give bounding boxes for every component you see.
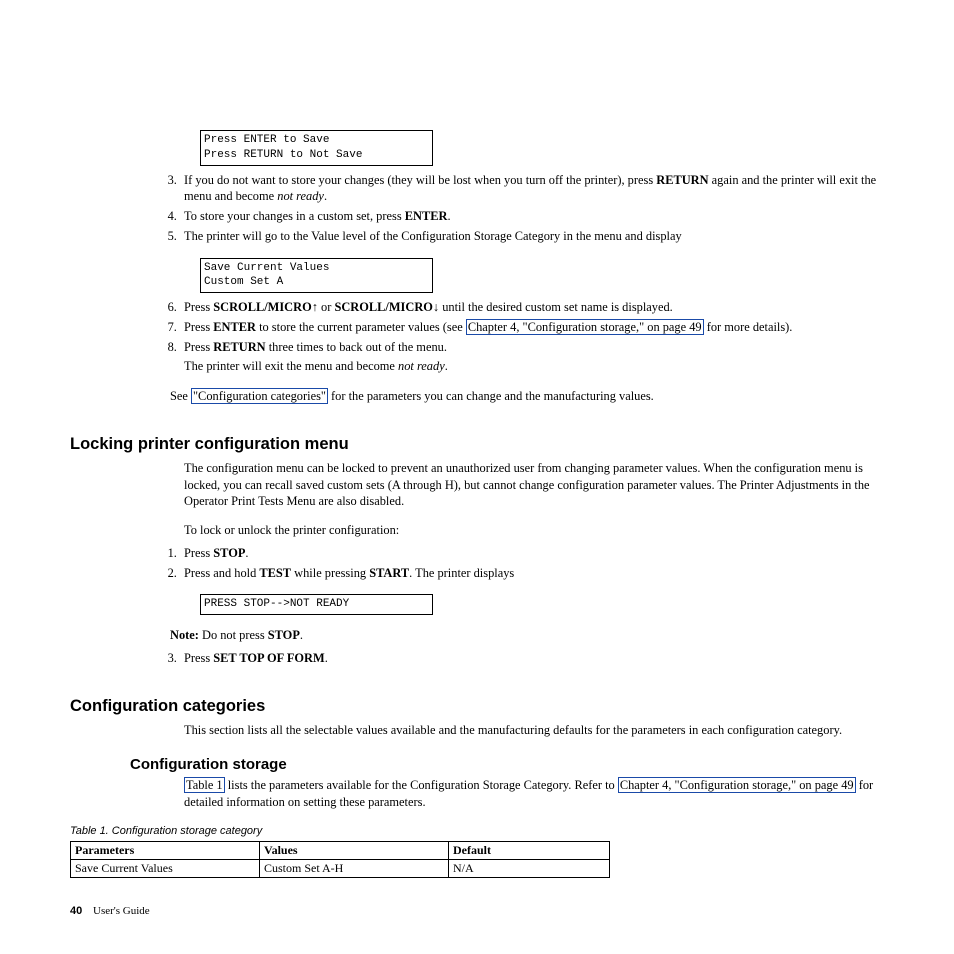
table-row: Save Current Values Custom Set A-H N/A xyxy=(71,859,610,877)
table-header-row: Parameters Values Default xyxy=(71,841,610,859)
step-8: Press RETURN three times to back out of … xyxy=(180,339,889,374)
step-4: To store your changes in a custom set, p… xyxy=(180,208,889,225)
step-text: to store the current parameter values (s… xyxy=(256,320,466,334)
cell-value: Custom Set A-H xyxy=(260,859,449,877)
key-return: RETURN xyxy=(656,173,708,187)
step-text: The printer will go to the Value level o… xyxy=(184,229,682,243)
key-enter: ENTER xyxy=(405,209,448,223)
step-6: Press SCROLL/MICRO↑ or SCROLL/MICRO↓ unt… xyxy=(180,299,889,316)
step-text: If you do not want to store your changes… xyxy=(184,173,656,187)
step-text: . xyxy=(325,651,328,665)
text: for the parameters you can change and th… xyxy=(328,389,654,403)
step-5: The printer will go to the Value level o… xyxy=(180,228,889,245)
see-paragraph: See "Configuration categories" for the p… xyxy=(170,388,889,405)
step-7: Press ENTER to store the current paramet… xyxy=(180,319,889,336)
cell-default: N/A xyxy=(449,859,610,877)
key-scroll-micro-down: SCROLL/MICRO xyxy=(334,300,432,314)
procedure-list-1: If you do not want to store your changes… xyxy=(180,172,889,245)
step-text: To store your changes in a custom set, p… xyxy=(184,209,405,223)
key-test: TEST xyxy=(259,566,291,580)
key-stop: STOP xyxy=(213,546,245,560)
step-subtext: The printer will exit the menu and becom… xyxy=(184,359,398,373)
key-set-top-of-form: SET TOP OF FORM xyxy=(213,651,324,665)
page-number: 40 xyxy=(70,905,82,917)
page-footer: 40 User's Guide xyxy=(70,905,150,917)
note-text: . xyxy=(300,628,303,642)
link-table-1[interactable]: Table 1 xyxy=(184,777,225,793)
procedure-list-2: Press SCROLL/MICRO↑ or SCROLL/MICRO↓ unt… xyxy=(180,299,889,374)
lcd-display-3: PRESS STOP-->NOT READY xyxy=(200,594,433,615)
display-line: Custom Set A xyxy=(204,276,283,288)
state-not-ready: not ready xyxy=(398,359,445,373)
col-default: Default xyxy=(449,841,610,859)
display-line: Press ENTER to Save xyxy=(204,134,329,146)
state-not-ready: not ready xyxy=(277,189,324,203)
note-line: Note: Do not press STOP. xyxy=(170,627,889,644)
lcd-display-2: Save Current Values Custom Set A xyxy=(200,258,433,294)
lock-step-1: Press STOP. xyxy=(180,545,889,562)
display-line: Save Current Values xyxy=(204,262,329,274)
step-text: Press and hold xyxy=(184,566,259,580)
step-text: Press xyxy=(184,340,213,354)
col-values: Values xyxy=(260,841,449,859)
step-text: while pressing xyxy=(291,566,369,580)
step-text: for more details). xyxy=(704,320,793,334)
note-text: Do not press xyxy=(202,628,268,642)
step-text: . xyxy=(324,189,327,203)
step-text: Press xyxy=(184,300,213,314)
key-enter: ENTER xyxy=(213,320,256,334)
note-label: Note: xyxy=(170,628,202,642)
lock-step-2: Press and hold TEST while pressing START… xyxy=(180,565,889,582)
step-text: . xyxy=(447,209,450,223)
config-categories-paragraph: This section lists all the selectable va… xyxy=(184,722,889,739)
locking-steps-3: Press SET TOP OF FORM. xyxy=(180,650,889,667)
step-text: Press xyxy=(184,546,213,560)
cell-parameter: Save Current Values xyxy=(71,859,260,877)
step-3: If you do not want to store your changes… xyxy=(180,172,889,205)
col-parameters: Parameters xyxy=(71,841,260,859)
link-chapter-4-storage[interactable]: Chapter 4, "Configuration storage," on p… xyxy=(618,777,856,793)
locking-steps: Press STOP. Press and hold TEST while pr… xyxy=(180,545,889,581)
key-stop: STOP xyxy=(268,628,300,642)
heading-locking-menu: Locking printer configuration menu xyxy=(70,435,889,454)
lcd-display-1: Press ENTER to Save Press RETURN to Not … xyxy=(200,130,433,166)
link-chapter-4[interactable]: Chapter 4, "Configuration storage," on p… xyxy=(466,319,704,335)
step-text: or xyxy=(318,300,335,314)
table-1-caption: Table 1. Configuration storage category xyxy=(70,825,889,837)
step-text: Press xyxy=(184,320,213,334)
text: See xyxy=(170,389,191,403)
step-text: Press xyxy=(184,651,213,665)
step-text: . xyxy=(245,546,248,560)
display-line: Press RETURN to Not Save xyxy=(204,149,362,161)
text: lists the parameters available for the C… xyxy=(225,778,618,792)
locking-paragraph: The configuration menu can be locked to … xyxy=(184,460,889,510)
key-scroll-micro-up: SCROLL/MICRO xyxy=(213,300,311,314)
config-storage-paragraph: Table 1 lists the parameters available f… xyxy=(184,777,889,810)
step-text: three times to back out of the menu. xyxy=(266,340,447,354)
heading-config-categories: Configuration categories xyxy=(70,697,889,716)
display-line: PRESS STOP-->NOT READY xyxy=(204,598,349,610)
heading-config-storage: Configuration storage xyxy=(130,756,889,773)
step-text: until the desired custom set name is dis… xyxy=(439,300,673,314)
doc-title: User's Guide xyxy=(93,905,150,917)
config-storage-table: Parameters Values Default Save Current V… xyxy=(70,841,610,878)
link-configuration-categories[interactable]: "Configuration categories" xyxy=(191,388,328,404)
step-subtext: . xyxy=(445,359,448,373)
locking-intro: To lock or unlock the printer configurat… xyxy=(184,522,889,539)
lock-step-3: Press SET TOP OF FORM. xyxy=(180,650,889,667)
key-return: RETURN xyxy=(213,340,265,354)
step-text: . The printer displays xyxy=(409,566,514,580)
key-start: START xyxy=(369,566,409,580)
